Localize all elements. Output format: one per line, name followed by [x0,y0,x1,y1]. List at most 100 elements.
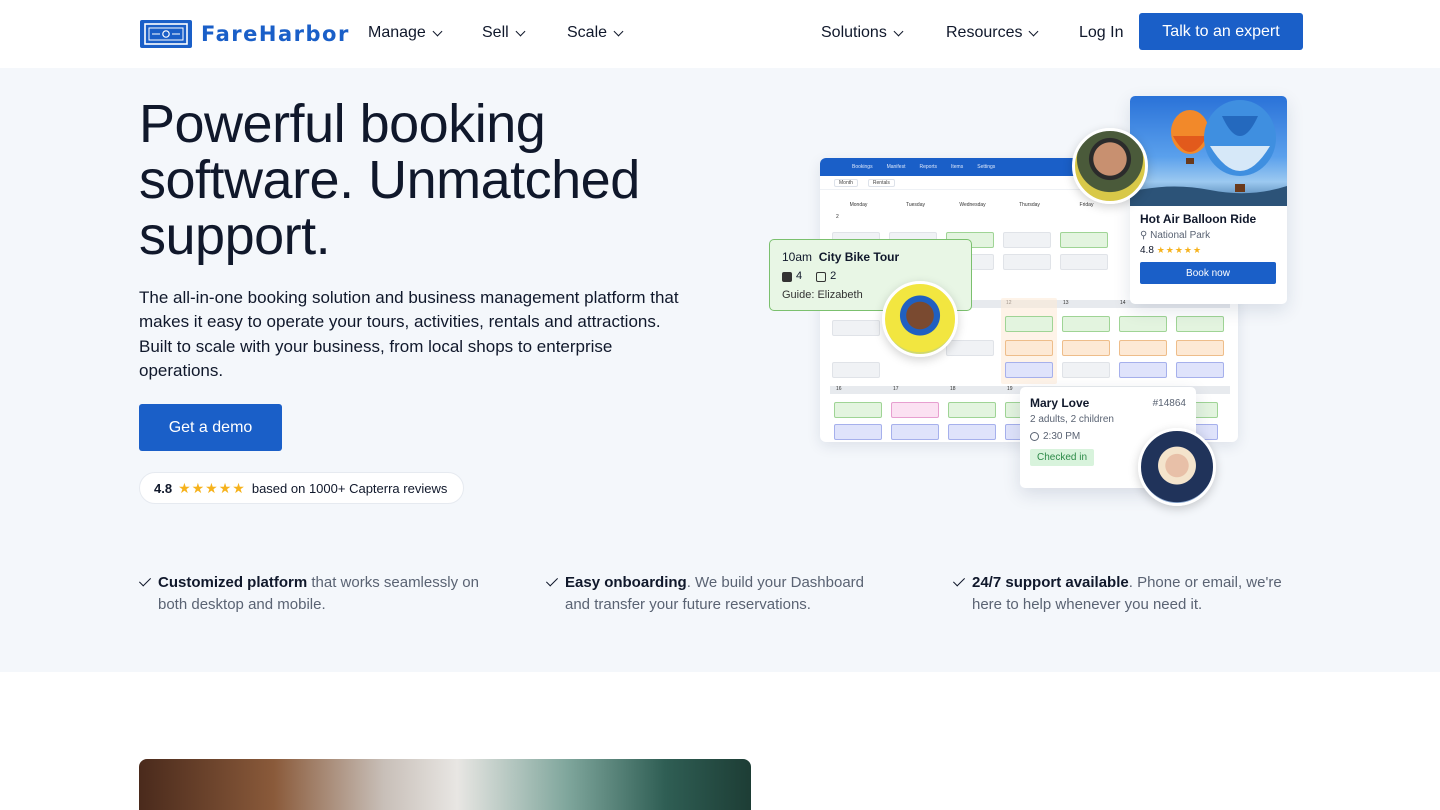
calendar-filter: Rentals [867,178,895,187]
date-label: 14 [1120,300,1126,306]
get-demo-button[interactable]: Get a demo [139,404,282,451]
calendar-cell [1176,362,1224,378]
calendar-cell [832,362,880,378]
balloon-rating: 4.8 ★★★★★ [1140,245,1277,256]
checked-box-icon [782,271,792,282]
day-header: Monday [849,202,868,208]
booking-time-text: 2:30 PM [1043,431,1081,442]
login-link[interactable]: Log In [1079,24,1123,42]
talk-to-expert-button[interactable]: Talk to an expert [1139,13,1303,50]
count-unchecked: 2 [830,270,837,282]
calendar-cell [1062,316,1110,332]
booking-party: 2 adults, 2 children [1030,414,1114,425]
bike-tour-header: 10am City Bike Tour [782,248,959,267]
balloon-ride-card[interactable]: Hot Air Balloon Ride ⚲ National Park 4.8… [1130,96,1287,304]
booking-name: Mary Love [1030,396,1090,410]
calendar-cell [834,424,882,440]
date-label: 19 [1007,386,1013,392]
feature-item: Easy onboarding. We build your Dashboard… [546,572,886,616]
calendar-cell [1119,362,1167,378]
feature-title: Easy onboarding [565,574,687,591]
location-pin-icon: ⚲ [1140,230,1148,241]
calendar-cell [1119,340,1167,356]
calendar-cell [1060,232,1108,248]
brand-name: FareHarbor [201,22,350,46]
calendar-tab: Manifest [886,164,906,170]
rating-stars-icon: ★★★★★ [178,479,246,496]
balloon-image [1130,96,1287,206]
calendar-cell [1119,316,1167,332]
chevron-down-icon [515,26,526,36]
calendar-cell [1176,316,1224,332]
balloon-title: Hot Air Balloon Ride [1140,212,1257,226]
nav-sell[interactable]: Sell [482,24,526,42]
day-header: Thursday [1019,202,1040,208]
feature-text: Customized platform that works seamlessl… [158,572,479,616]
rating-score: 4.8 [154,480,173,496]
feature-item: 24/7 support available. Phone or email, … [953,572,1293,616]
feature-title: Customized platform [158,574,308,591]
calendar-cell [832,320,880,336]
clock-icon [1030,432,1039,441]
check-icon [139,575,151,589]
calendar-filter: Month [834,178,858,187]
nav-resources[interactable]: Resources [946,24,1039,42]
feature-photo [139,759,751,810]
date-label: 16 [836,386,842,392]
top-nav: FareHarbor Manage Sell Scale Solutions R… [0,0,1440,68]
calendar-cell [1003,232,1051,248]
calendar-tab: Settings [977,164,996,170]
chevron-down-icon [1029,26,1039,36]
balloon-score: 4.8 [1140,245,1154,256]
calendar-tab: Reports [919,164,937,170]
balloon-location: ⚲ National Park [1140,230,1277,241]
nav-sell-label: Sell [482,24,509,41]
ticket-logo-icon [140,20,192,48]
calendar-tab: Items [951,164,964,170]
calendar-cell [1062,340,1110,356]
calendar-cell [948,424,996,440]
feature-title: 24/7 support available [972,574,1129,591]
day-header: Tuesday [906,202,925,208]
nav-scale[interactable]: Scale [567,24,624,42]
rating-text: based on 1000+ Capterra reviews [251,480,448,496]
unchecked-box-icon [816,271,827,282]
date-label: 13 [1063,300,1069,306]
balloon-location-text: National Park [1150,230,1211,241]
calendar-tab: Bookings [852,164,873,170]
calendar-cell [834,402,882,418]
calendar-cell [1005,316,1053,332]
balloon-card-body: Hot Air Balloon Ride ⚲ National Park 4.8… [1130,206,1287,290]
calendar-cell [1176,340,1224,356]
book-now-button[interactable]: Book now [1140,262,1276,284]
calendar-cell [1003,254,1051,270]
date-label: 17 [893,386,899,392]
capterra-rating[interactable]: 4.8 ★★★★★ based on 1000+ Capterra review… [139,472,465,504]
avatar [1072,128,1148,204]
chevron-down-icon [893,26,904,36]
nav-solutions[interactable]: Solutions [821,24,904,42]
calendar-cell [1060,254,1108,270]
nav-manage[interactable]: Manage [368,24,443,42]
bike-tour-time: 10am [782,250,813,264]
brand-logo[interactable]: FareHarbor [139,18,350,50]
nav-resources-label: Resources [946,24,1023,41]
booking-id: #14864 [1152,398,1186,409]
nav-manage-label: Manage [368,24,426,41]
booking-header: Mary Love #14864 [1030,396,1186,410]
count-checked: 4 [796,270,803,282]
avatar [882,281,958,357]
chevron-down-icon [432,26,443,36]
calendar-cell [948,402,996,418]
bike-tour-title: City Bike Tour [818,250,900,264]
hero-headline: Powerful booking software. Unmatched sup… [139,94,640,266]
hero-lead: The all-in-one booking solution and busi… [139,288,679,380]
feature-text: Easy onboarding. We build your Dashboard… [565,572,886,616]
check-icon [546,575,558,589]
calendar-cell [1005,362,1053,378]
nav-solutions-label: Solutions [821,24,887,41]
date-label: 2 [836,214,839,220]
feature-text: 24/7 support available. Phone or email, … [972,572,1293,616]
hot-air-balloon-icon [1130,100,1287,206]
balloon-stars-icon: ★★★★★ [1156,245,1203,255]
